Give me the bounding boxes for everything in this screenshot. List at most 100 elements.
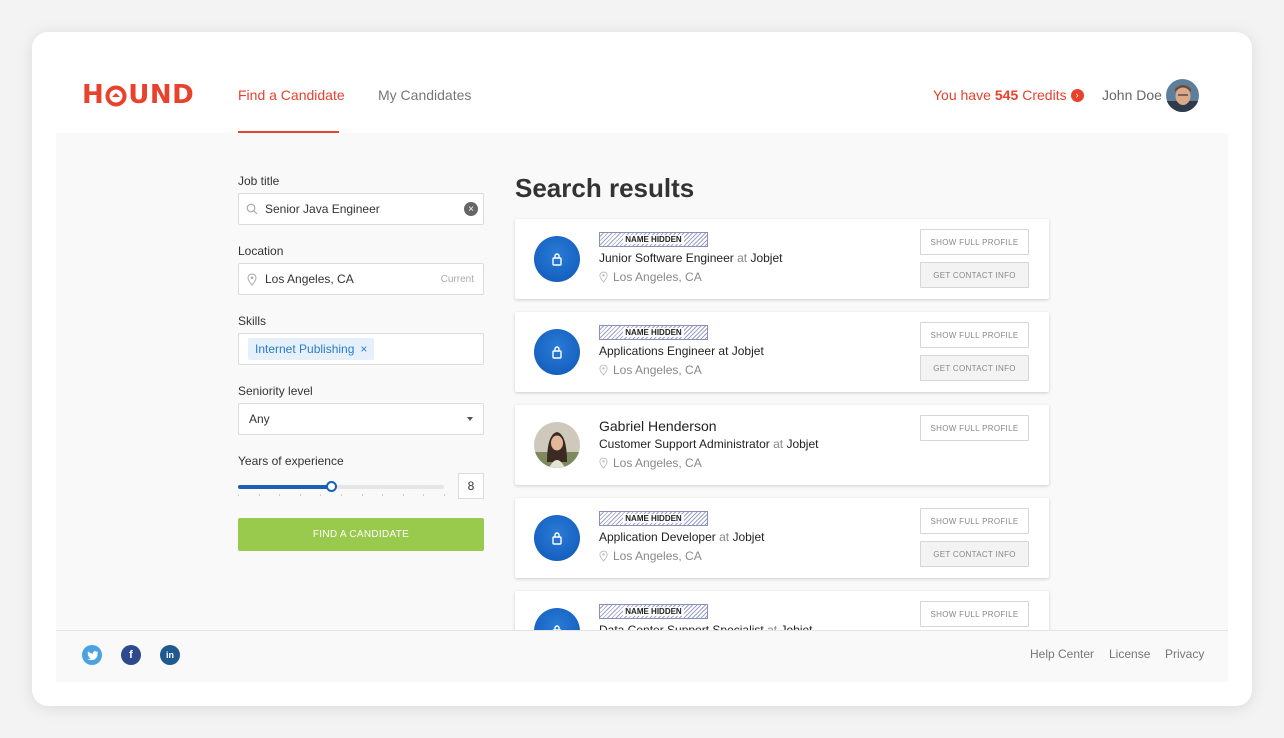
result-card[interactable]: NAME HIDDEN Junior Software Engineer at J… [515,219,1049,299]
get-contact-info-button[interactable]: GET CONTACT INFO [920,355,1029,381]
clear-icon[interactable]: × [464,202,478,216]
lock-icon [552,532,562,545]
logo-o-icon [105,84,127,107]
get-contact-info-button[interactable]: GET CONTACT INFO [920,262,1029,288]
seniority-label: Seniority level [238,384,313,398]
remove-chip-icon[interactable]: × [360,342,367,356]
slider-fill [238,485,331,489]
credits-prefix: You have [933,87,991,103]
locked-avatar [534,608,580,630]
location-input[interactable]: Los Angeles, CA Current [238,263,484,295]
seniority-value: Any [249,412,270,426]
location-text: Los Angeles, CA [613,456,702,470]
slider-tick [361,494,363,496]
candidate-name[interactable]: Gabriel Henderson [599,418,717,434]
current-location-link[interactable]: Current [441,274,483,285]
role-company: Jobjet [780,623,813,630]
top-header: H UND Find a Candidate My Candidates You… [56,32,1228,134]
slider-tick [382,494,384,496]
location-value: Los Angeles, CA [265,272,354,286]
show-full-profile-button[interactable]: SHOW FULL PROFILE [920,229,1029,255]
result-card[interactable]: NAME HIDDEN Applications Engineer at Jobj… [515,312,1049,392]
candidate-role: Applications Engineer at Jobjet [599,344,764,358]
seniority-select[interactable]: Any [238,403,484,435]
facebook-icon[interactable]: f [121,645,141,665]
footer: f in Help Center License Privacy [56,630,1228,682]
credits-count: 545 [994,87,1019,103]
skill-chip[interactable]: Internet Publishing × [248,338,375,360]
hound-logo[interactable]: H UND [82,80,194,110]
name-hidden-label: NAME HIDDEN [623,235,684,244]
license-link[interactable]: License [1109,647,1150,661]
slider-tick [341,494,342,496]
name-hidden-badge: NAME HIDDEN [599,325,708,340]
credits-indicator[interactable]: You have 545 Credits › [933,87,1084,103]
linkedin-icon[interactable]: in [160,645,180,665]
locked-avatar [534,329,580,375]
help-center-link[interactable]: Help Center [1030,647,1094,661]
slider-tick [279,494,281,496]
role-title: Junior Software Engineer [599,251,734,265]
result-card[interactable]: Gabriel Henderson Customer Support Admini… [515,405,1049,485]
candidate-location: Los Angeles, CA [599,549,702,563]
candidate-location: Los Angeles, CA [599,456,702,470]
name-hidden-label: NAME HIDDEN [623,607,684,616]
role-company: Jobjet [732,530,765,544]
candidate-role: Junior Software Engineer at Jobjet [599,251,782,265]
show-full-profile-button[interactable]: SHOW FULL PROFILE [920,415,1029,441]
name-hidden-badge: NAME HIDDEN [599,511,708,526]
chevron-right-icon: › [1070,88,1084,102]
find-candidate-button[interactable]: FIND A CANDIDATE [238,518,484,551]
role-company: Jobjet [786,437,819,451]
slider-ticks [238,494,445,496]
main-content: Job title Senior Java Engineer × Locatio… [56,133,1228,630]
result-card[interactable]: NAME HIDDEN Application Developer at Jobj… [515,498,1049,578]
tab-my-candidates[interactable]: My Candidates [378,87,471,103]
slider-thumb[interactable] [325,481,337,492]
slider-tick [320,494,322,496]
skills-input[interactable]: Internet Publishing × [238,333,484,365]
slider-tick [299,494,301,496]
role-at: at [719,530,730,544]
credits-suffix: Credits [1022,87,1067,103]
slider-tick [444,494,445,496]
name-hidden-label: NAME HIDDEN [623,514,684,523]
slider-tick [402,494,404,496]
name-hidden-label: NAME HIDDEN [623,328,684,337]
location-text: Los Angeles, CA [613,363,702,377]
job-title-input[interactable]: Senior Java Engineer × [238,193,484,225]
experience-label: Years of experience [238,454,344,468]
show-full-profile-button[interactable]: SHOW FULL PROFILE [920,601,1029,627]
slider-tick [238,494,239,496]
lock-icon [552,253,562,266]
slider-tick [258,494,260,496]
location-text: Los Angeles, CA [613,549,702,563]
privacy-link[interactable]: Privacy [1165,647,1204,661]
app-window: H UND Find a Candidate My Candidates You… [32,32,1252,706]
pin-icon [599,457,608,469]
get-contact-info-button[interactable]: GET CONTACT INFO [920,541,1029,567]
search-icon [239,203,265,215]
locked-avatar [534,515,580,561]
pin-icon [599,550,608,562]
lock-icon [552,346,562,359]
skills-label: Skills [238,314,267,328]
role-title: Application Developer [599,530,716,544]
candidate-avatar[interactable] [534,422,580,468]
role-title: Data Center Support Specialist [599,623,764,630]
job-title-label: Job title [238,174,280,188]
experience-value-input[interactable]: 8 [458,473,484,499]
slider-track[interactable] [238,481,444,492]
tab-find-candidate[interactable]: Find a Candidate [238,87,345,103]
pin-icon [239,272,265,286]
show-full-profile-button[interactable]: SHOW FULL PROFILE [920,508,1029,534]
result-card[interactable]: NAME HIDDEN Data Center Support Specialis… [515,591,1049,630]
show-full-profile-button[interactable]: SHOW FULL PROFILE [920,322,1029,348]
role-title: Customer Support Administrator [599,437,770,451]
role-company: Jobjet [750,251,783,265]
twitter-icon[interactable] [82,645,102,665]
user-avatar[interactable] [1166,79,1199,112]
candidate-role: Customer Support Administrator at Jobjet [599,437,818,451]
experience-slider[interactable]: 8 [238,473,484,501]
user-name[interactable]: John Doe [1102,87,1162,103]
